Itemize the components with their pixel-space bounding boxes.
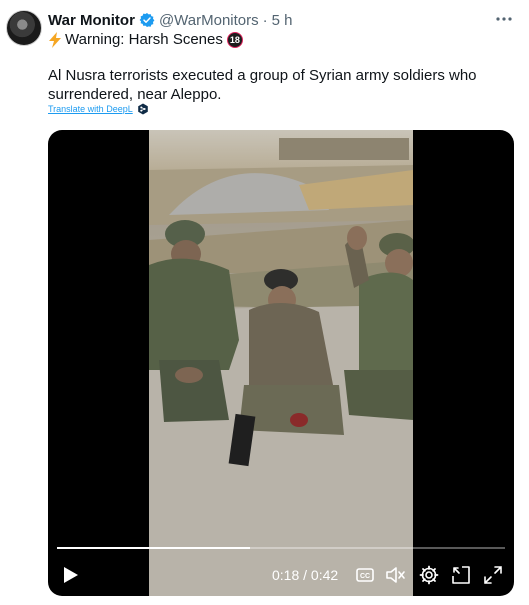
video-controls: 0:18 / 0:42 CC (48, 560, 514, 590)
captions-label: CC (360, 573, 370, 580)
duration: 0:42 (310, 567, 339, 583)
author-handle[interactable]: @WarMonitors (159, 12, 259, 29)
video-still-image (149, 130, 413, 596)
separator-dot: · (262, 11, 268, 29)
video-time: 0:18 / 0:42 (272, 567, 338, 583)
play-icon[interactable] (59, 564, 81, 586)
tweet-text: Al Nusra terrorists executed a group of … (48, 67, 477, 103)
deepl-icon (137, 103, 148, 115)
video-frame[interactable] (149, 130, 413, 596)
verified-badge-icon (139, 13, 155, 27)
progress-fill (57, 547, 250, 549)
current-time: 0:18 (272, 567, 300, 583)
translate-link[interactable]: Translate with DeepL (48, 103, 149, 115)
settings-gear-icon[interactable] (418, 564, 440, 586)
video-player[interactable]: 0:18 / 0:42 CC (48, 130, 514, 596)
tweet-header: War Monitor @WarMonitors · 5 h (48, 10, 292, 30)
mute-icon[interactable] (384, 564, 406, 586)
warning-text: Warning: Harsh Scenes (65, 31, 223, 48)
fullscreen-icon[interactable] (482, 564, 504, 586)
author-name[interactable]: War Monitor (48, 12, 135, 29)
translate-label[interactable]: Translate with DeepL (48, 104, 133, 114)
progress-bar[interactable] (57, 547, 505, 549)
more-options-icon[interactable] (493, 8, 515, 30)
captions-icon[interactable]: CC (354, 564, 376, 586)
warning-line: Warning: Harsh Scenes 18 (48, 31, 243, 48)
avatar[interactable] (6, 10, 42, 46)
lightning-icon (49, 31, 61, 48)
time-separator: / (303, 567, 308, 583)
age-18-icon: 18 (226, 31, 243, 48)
pip-icon[interactable] (450, 564, 472, 586)
timestamp[interactable]: 5 h (272, 12, 293, 29)
